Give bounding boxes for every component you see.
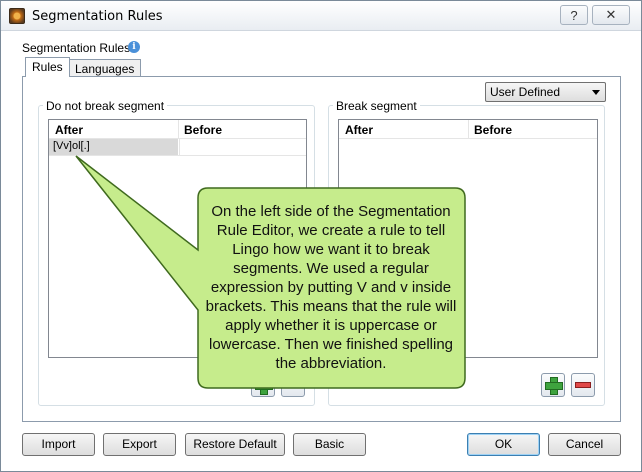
- section-label: Segmentation Rules: [22, 41, 131, 55]
- basic-button[interactable]: Basic: [293, 433, 366, 456]
- grid-header: After Before: [49, 120, 306, 139]
- restore-default-button[interactable]: Restore Default: [185, 433, 285, 456]
- remove-break-rule-button[interactable]: [571, 373, 595, 397]
- info-icon[interactable]: i: [128, 41, 140, 53]
- cell-before[interactable]: [179, 139, 307, 155]
- chevron-down-icon: [592, 90, 600, 95]
- title-bar: Segmentation Rules ? ✕: [1, 1, 641, 31]
- tab-rules[interactable]: Rules: [25, 57, 70, 77]
- dropdown-value: User Defined: [490, 85, 561, 99]
- export-button[interactable]: Export: [103, 433, 176, 456]
- column-after[interactable]: After: [345, 123, 373, 137]
- do-not-break-title: Do not break segment: [43, 99, 168, 113]
- minus-icon: [575, 382, 591, 388]
- column-divider[interactable]: [178, 120, 179, 139]
- column-before[interactable]: Before: [184, 123, 222, 137]
- app-icon: [9, 8, 25, 24]
- help-button[interactable]: ?: [560, 5, 588, 25]
- column-before[interactable]: Before: [474, 123, 512, 137]
- import-button[interactable]: Import: [22, 433, 95, 456]
- ok-button[interactable]: OK: [467, 433, 540, 456]
- window-title: Segmentation Rules: [32, 9, 163, 24]
- callout-text: On the left side of the Segmentation Rul…: [205, 203, 457, 372]
- grid-header: After Before: [339, 120, 597, 139]
- cancel-button[interactable]: Cancel: [548, 433, 621, 456]
- plus-icon: [545, 377, 563, 395]
- break-title: Break segment: [333, 99, 420, 113]
- tab-languages[interactable]: Languages: [68, 59, 142, 76]
- table-row[interactable]: [Vv]ol[.]: [49, 139, 306, 156]
- add-break-rule-button[interactable]: [541, 373, 565, 397]
- column-after[interactable]: After: [55, 123, 83, 137]
- rule-set-dropdown[interactable]: User Defined: [485, 82, 606, 102]
- close-button[interactable]: ✕: [592, 5, 630, 25]
- column-divider[interactable]: [468, 120, 469, 139]
- cell-after[interactable]: [Vv]ol[.]: [49, 139, 178, 155]
